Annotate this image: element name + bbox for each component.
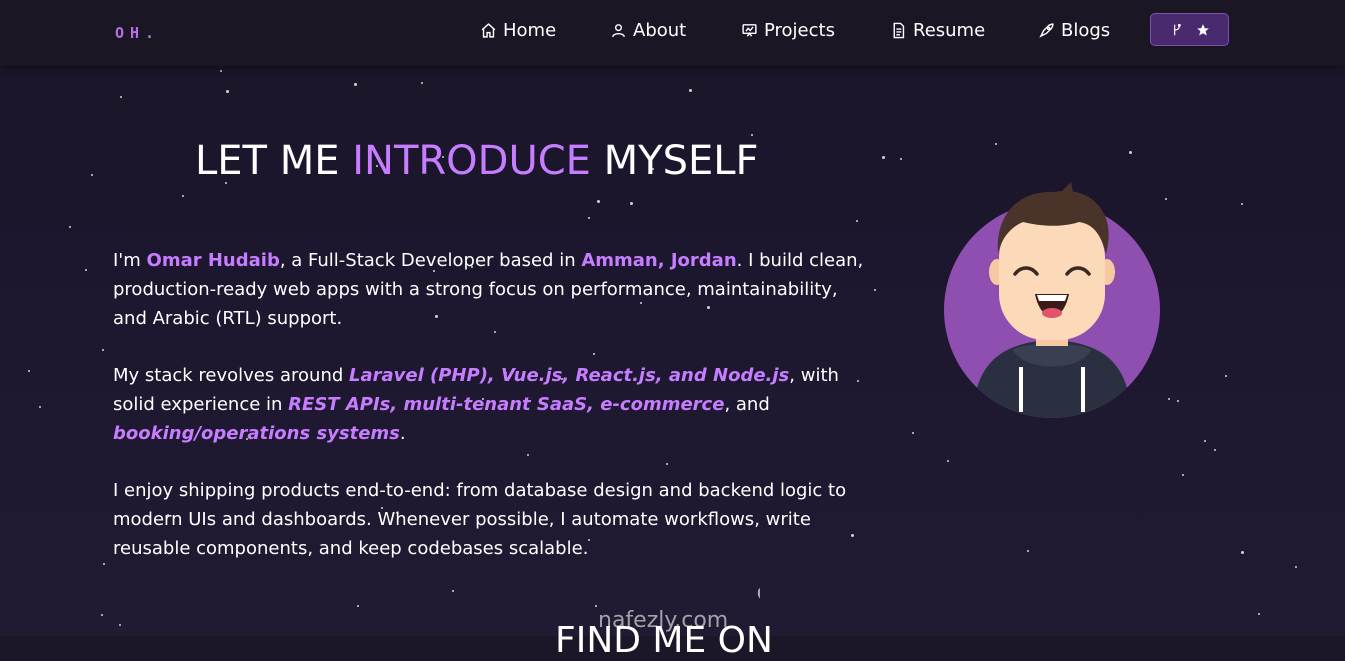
star (354, 83, 357, 86)
nav-item-label: Projects (764, 19, 835, 41)
star (593, 353, 595, 355)
projects-icon (742, 23, 757, 37)
star (666, 463, 668, 465)
star (102, 349, 104, 351)
star (421, 82, 423, 84)
logo[interactable]: OH. (115, 24, 160, 42)
star (182, 195, 184, 197)
name-highlight: Omar Hudaib (146, 250, 280, 271)
star (220, 70, 222, 72)
github-fork-button[interactable] (1150, 13, 1229, 46)
nav-item-label: About (633, 19, 687, 41)
find-me-heading: FIND ME ON (555, 620, 773, 661)
text: , and (724, 394, 770, 415)
star (874, 289, 876, 291)
star (1177, 400, 1179, 402)
star (1295, 566, 1297, 568)
intro-paragraph-2: My stack revolves around Laravel (PHP), … (113, 361, 873, 448)
nav-item-home[interactable]: Home (480, 17, 556, 43)
star (856, 220, 858, 222)
star (28, 370, 30, 372)
star (1027, 550, 1029, 552)
document-icon (893, 22, 905, 38)
star (452, 590, 454, 592)
text: , a Full-Stack Developer based in (279, 250, 582, 271)
star (882, 156, 885, 159)
star (1204, 440, 1206, 442)
avatar (944, 182, 1160, 418)
star (1129, 151, 1132, 154)
star (226, 90, 229, 93)
star (101, 614, 103, 616)
star (1241, 551, 1244, 554)
star (751, 134, 753, 136)
text: . (399, 423, 406, 444)
star (1258, 613, 1260, 615)
star (103, 563, 105, 565)
git-fork-icon (1173, 23, 1181, 35)
text: My stack revolves around (113, 365, 349, 386)
star (597, 200, 600, 203)
user-icon (612, 23, 625, 37)
star (85, 269, 87, 271)
star-icon (1196, 23, 1209, 36)
star (689, 89, 692, 92)
star (357, 605, 359, 607)
experience-highlight: REST APIs, multi-tenant SaaS, e-commerce (288, 394, 725, 415)
star (1214, 449, 1216, 451)
star (995, 143, 997, 145)
star (912, 432, 914, 434)
star (1241, 203, 1243, 205)
nav-item-blogs[interactable]: Blogs (1038, 17, 1110, 43)
star (595, 605, 597, 607)
star (120, 96, 122, 98)
star (91, 174, 93, 176)
text: I'm (113, 250, 147, 271)
star (39, 406, 41, 408)
star (588, 217, 590, 219)
nav-item-label: Blogs (1061, 19, 1111, 41)
star (527, 454, 529, 456)
systems-highlight: booking/operations systems (113, 423, 400, 444)
nav-item-projects[interactable]: Projects (741, 17, 835, 43)
star (1165, 198, 1167, 200)
nav-item-resume[interactable]: Resume (890, 17, 985, 43)
star (947, 460, 949, 462)
star (630, 202, 633, 205)
nav-item-label: Resume (913, 19, 986, 41)
blog-icon (1039, 22, 1054, 38)
home-icon (481, 22, 496, 38)
intro-heading: LET ME INTRODUCE MYSELF (195, 138, 759, 184)
star (1225, 375, 1227, 377)
location-highlight: Amman, Jordan (581, 250, 737, 271)
stack-highlight: Laravel (PHP), Vue.js, React.js, and Nod… (349, 365, 790, 386)
heading-highlight: INTRODUCE (352, 138, 591, 184)
navbar: OH. Home About Projects Resume Blogs (0, 0, 1345, 66)
nav-item-label: Home (503, 19, 557, 41)
star (900, 158, 902, 160)
star (1168, 398, 1170, 400)
heading-part2: MYSELF (590, 138, 759, 184)
star (1182, 474, 1184, 476)
star (119, 624, 121, 626)
intro-paragraph-3: I enjoy shipping products end-to-end: fr… (113, 480, 847, 559)
star (69, 226, 71, 228)
intro-paragraph-1: I'm Omar Hudaib, a Full-Stack Developer … (113, 246, 873, 333)
nav-item-about[interactable]: About (610, 17, 686, 43)
heading-part1: LET ME (195, 138, 353, 184)
